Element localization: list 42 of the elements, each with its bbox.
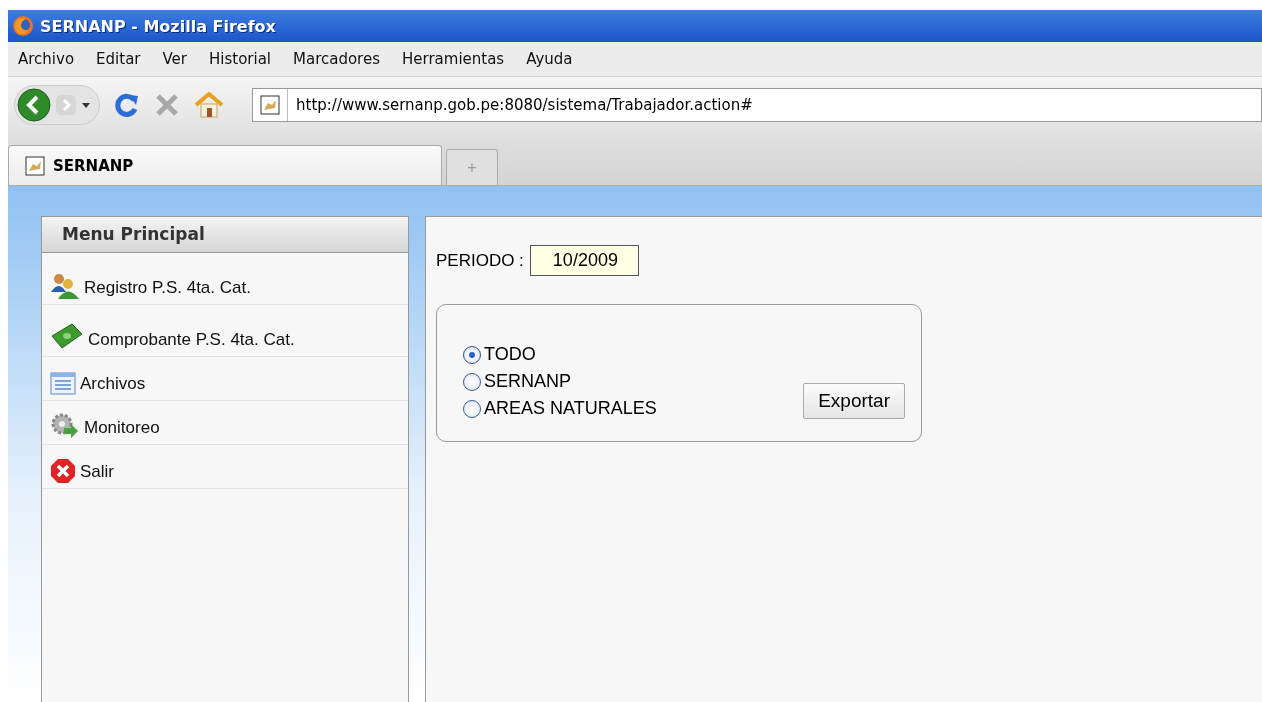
menu-label: Monitoreo — [84, 418, 160, 439]
list-icon — [50, 372, 76, 396]
export-button[interactable]: Exportar — [803, 383, 905, 419]
dropdown-icon[interactable] — [81, 101, 91, 109]
url-text: http://www.sernanp.gob.pe:8080/sistema/Trabajador.action# — [295, 96, 753, 114]
address-bar[interactable]: http://www.sernanp.gob.pe:8080/sistema/Trabajador.action# — [252, 88, 1262, 122]
sidebar-item[interactable]: Comprobante P.S. 4ta. Cat. — [42, 305, 408, 357]
menu-item[interactable]: Editar — [88, 50, 149, 68]
home-icon[interactable] — [194, 91, 224, 119]
radio-option[interactable]: TODO — [463, 344, 657, 365]
period-label: PERIODO : — [436, 250, 524, 271]
site-icon — [260, 95, 280, 115]
close-icon — [50, 458, 76, 484]
browser-logo-icon — [12, 15, 34, 37]
menu-item[interactable]: Ayuda — [518, 50, 581, 68]
menu-item[interactable]: Herramientas — [394, 50, 513, 68]
reload-icon[interactable] — [114, 92, 140, 118]
sidebar-item[interactable]: Monitoreo — [42, 401, 408, 445]
browser-tab[interactable]: SERNANP — [8, 145, 442, 185]
sidebar-item[interactable]: Archivos — [42, 357, 408, 401]
radio-button[interactable] — [463, 345, 481, 364]
menu-item[interactable]: Archivo — [10, 50, 83, 68]
menu-label: Salir — [80, 462, 114, 483]
sidebar-header: Menu Principal — [42, 217, 408, 253]
sidebar-item[interactable]: Salir — [42, 445, 408, 489]
users-icon — [50, 272, 80, 300]
sidebar-item[interactable]: Registro P.S. 4ta. Cat. — [42, 253, 408, 305]
radio-option[interactable]: AREAS NATURALES — [463, 398, 657, 419]
menu-item[interactable]: Historial — [201, 50, 279, 68]
radio-option[interactable]: SERNANP — [463, 371, 657, 392]
menu-label: Archivos — [80, 374, 146, 395]
menu-label: Comprobante P.S. 4ta. Cat. — [88, 330, 295, 351]
menu-item[interactable]: Ver — [154, 50, 195, 68]
radio-button[interactable] — [463, 399, 481, 418]
window-title: SERNANP - Mozilla Firefox — [40, 16, 276, 36]
period-field[interactable]: 10/2009 — [529, 245, 639, 276]
back-icon[interactable] — [17, 88, 51, 122]
radio-button[interactable] — [463, 372, 481, 391]
menu-item[interactable]: Marcadores — [285, 50, 388, 68]
menu-label: Registro P.S. 4ta. Cat. — [84, 278, 251, 299]
site-icon — [25, 155, 45, 176]
gear-icon — [50, 412, 80, 440]
